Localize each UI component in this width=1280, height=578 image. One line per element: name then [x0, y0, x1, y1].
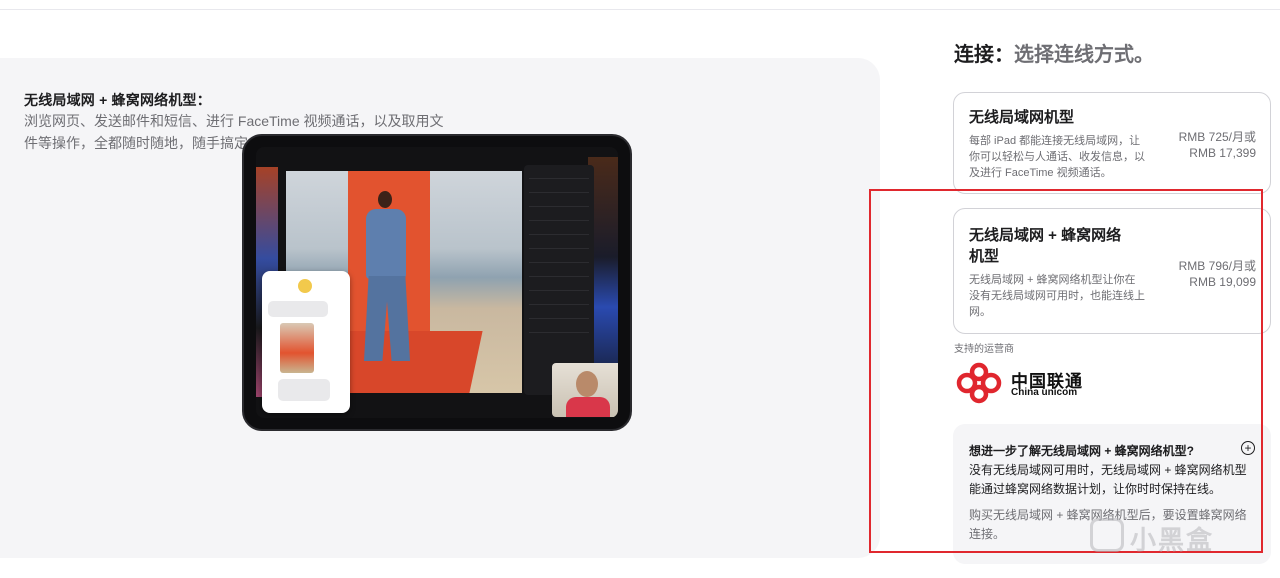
- option-price-monthly: RMB 725/月或: [1178, 130, 1256, 144]
- edit-row: [529, 198, 589, 207]
- top-divider: [0, 9, 1280, 10]
- edit-row: [529, 324, 589, 333]
- photo-person-head: [378, 191, 392, 208]
- option-description: 每部 iPad 都能连接无线局域网，让你可以轻松与人通话、收发信息，以及进行 F…: [969, 135, 1145, 179]
- ipad-product-image: [242, 134, 632, 431]
- photo-edit-panel: [524, 165, 594, 395]
- edit-row: [529, 282, 589, 291]
- edit-row: [529, 170, 589, 179]
- edit-row: [529, 240, 589, 249]
- facetime-body: [566, 397, 610, 417]
- option-wifi-model[interactable]: 无线局域网机型 每部 iPad 都能连接无线局域网，让你可以轻松与人通话、收发信…: [953, 92, 1271, 194]
- option-price: RMB 725/月或 RMB 17,399: [1179, 129, 1256, 161]
- gallery-heading: 无线局域网 + 蜂窝网络机型：: [24, 92, 211, 108]
- facetime-pip: [552, 363, 618, 417]
- facetime-face: [576, 371, 598, 397]
- messages-avatar: [298, 279, 312, 293]
- messages-slide-over: [262, 271, 350, 413]
- connectivity-title-sub: 选择连线方式。: [1014, 44, 1154, 66]
- ipad-status-bar: [256, 147, 618, 155]
- edit-row: [529, 296, 589, 305]
- message-bubble: [268, 301, 328, 317]
- edit-row: [529, 212, 589, 221]
- option-price-full: RMB 17,399: [1189, 146, 1256, 160]
- connectivity-title: 连接：选择连线方式。: [954, 38, 1154, 67]
- connectivity-title-main: 连接：: [954, 44, 1014, 66]
- message-photo-thumbnail: [280, 323, 314, 373]
- watermark-text: 小黑盒: [1130, 525, 1215, 555]
- annotation-highlight-box: [869, 189, 1263, 553]
- ipad-screen: [256, 147, 618, 418]
- message-bubble: [278, 379, 330, 401]
- edit-row: [529, 268, 589, 277]
- edit-row: [529, 226, 589, 235]
- edit-row: [529, 254, 589, 263]
- photo-person-body: [366, 209, 406, 279]
- edit-row: [529, 310, 589, 319]
- edit-row: [529, 184, 589, 193]
- watermark-logo-icon: [1090, 518, 1124, 552]
- option-name: 无线局域网机型: [969, 109, 1075, 126]
